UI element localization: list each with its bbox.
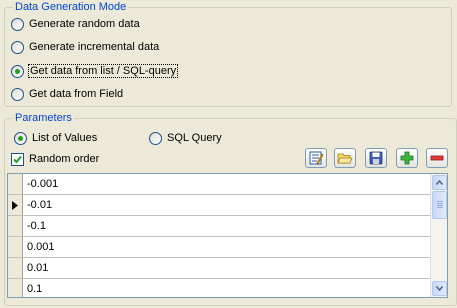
radio-label: Generate incremental data <box>29 41 160 53</box>
table-row[interactable]: 0.1 <box>8 279 432 297</box>
value-cell[interactable]: 0.01 <box>23 258 48 278</box>
remove-icon <box>430 155 444 161</box>
radio-get-data-from-list[interactable]: Get data from list / SQL-query <box>11 63 179 79</box>
add-button[interactable] <box>396 148 418 168</box>
radio-button-indicator[interactable] <box>14 131 27 145</box>
grip-line <box>437 201 443 202</box>
scroll-down-button[interactable] <box>432 281 447 296</box>
chevron-up-icon <box>436 180 443 185</box>
open-folder-icon <box>337 153 353 164</box>
vertical-scrollbar[interactable] <box>430 174 447 297</box>
value-cell[interactable]: -0.1 <box>23 216 46 236</box>
chevron-down-icon <box>436 286 443 291</box>
scroll-thumb[interactable] <box>432 191 447 219</box>
random-order-checkbox-row[interactable]: Random order <box>11 151 99 167</box>
value-cell[interactable]: -0.001 <box>23 174 58 194</box>
table-row[interactable]: 0.01 <box>8 258 432 279</box>
save-button[interactable] <box>365 148 387 168</box>
radio-get-data-from-field[interactable]: Get data from Field <box>11 86 123 102</box>
checkbox-label: Random order <box>29 153 100 165</box>
open-button[interactable] <box>334 148 356 168</box>
current-row-icon <box>12 200 18 210</box>
table-row[interactable]: -0.01 <box>8 195 432 216</box>
table-row[interactable]: -0.1 <box>8 216 432 237</box>
radio-button-indicator[interactable] <box>11 17 24 31</box>
save-icon <box>369 151 383 165</box>
radio-button-indicator[interactable] <box>11 64 24 78</box>
radio-label: Get data from list / SQL-query <box>27 64 179 78</box>
radio-generate-random-data[interactable]: Generate random data <box>11 16 140 32</box>
row-header[interactable] <box>8 195 23 215</box>
edit-icon <box>309 151 324 165</box>
grip-line <box>437 207 443 208</box>
value-cell[interactable]: 0.001 <box>23 237 55 257</box>
radio-generate-incremental-data[interactable]: Generate incremental data <box>11 39 159 55</box>
radio-label: Get data from Field <box>29 88 124 100</box>
data-generation-mode-title: Data Generation Mode <box>13 0 129 14</box>
radio-label: SQL Query <box>167 132 222 144</box>
value-cell[interactable]: 0.1 <box>23 279 42 297</box>
radio-sql-query[interactable]: SQL Query <box>149 130 222 146</box>
grip-line <box>437 205 443 206</box>
values-grid[interactable]: -0.001 -0.01 -0.1 0.001 0.01 0.1 <box>7 173 448 298</box>
radio-button-indicator[interactable] <box>149 131 162 145</box>
checkmark-icon <box>13 155 22 163</box>
remove-button[interactable] <box>426 148 448 168</box>
parameters-title: Parameters <box>13 111 74 125</box>
radio-label: Generate random data <box>29 18 140 30</box>
row-header[interactable] <box>8 174 23 194</box>
table-row[interactable]: -0.001 <box>8 174 432 195</box>
row-header[interactable] <box>8 216 23 236</box>
row-header[interactable] <box>8 279 23 297</box>
random-order-checkbox[interactable] <box>11 152 24 166</box>
radio-list-of-values[interactable]: List of Values <box>14 130 97 146</box>
grip-line <box>437 203 443 204</box>
radio-button-indicator[interactable] <box>11 87 24 101</box>
scroll-up-button[interactable] <box>432 175 447 190</box>
add-icon <box>400 151 414 165</box>
row-header[interactable] <box>8 258 23 278</box>
row-header[interactable] <box>8 237 23 257</box>
value-cell[interactable]: -0.01 <box>23 195 52 215</box>
radio-button-indicator[interactable] <box>11 40 24 54</box>
table-row[interactable]: 0.001 <box>8 237 432 258</box>
edit-button[interactable] <box>305 148 327 168</box>
radio-label: List of Values <box>32 132 98 144</box>
